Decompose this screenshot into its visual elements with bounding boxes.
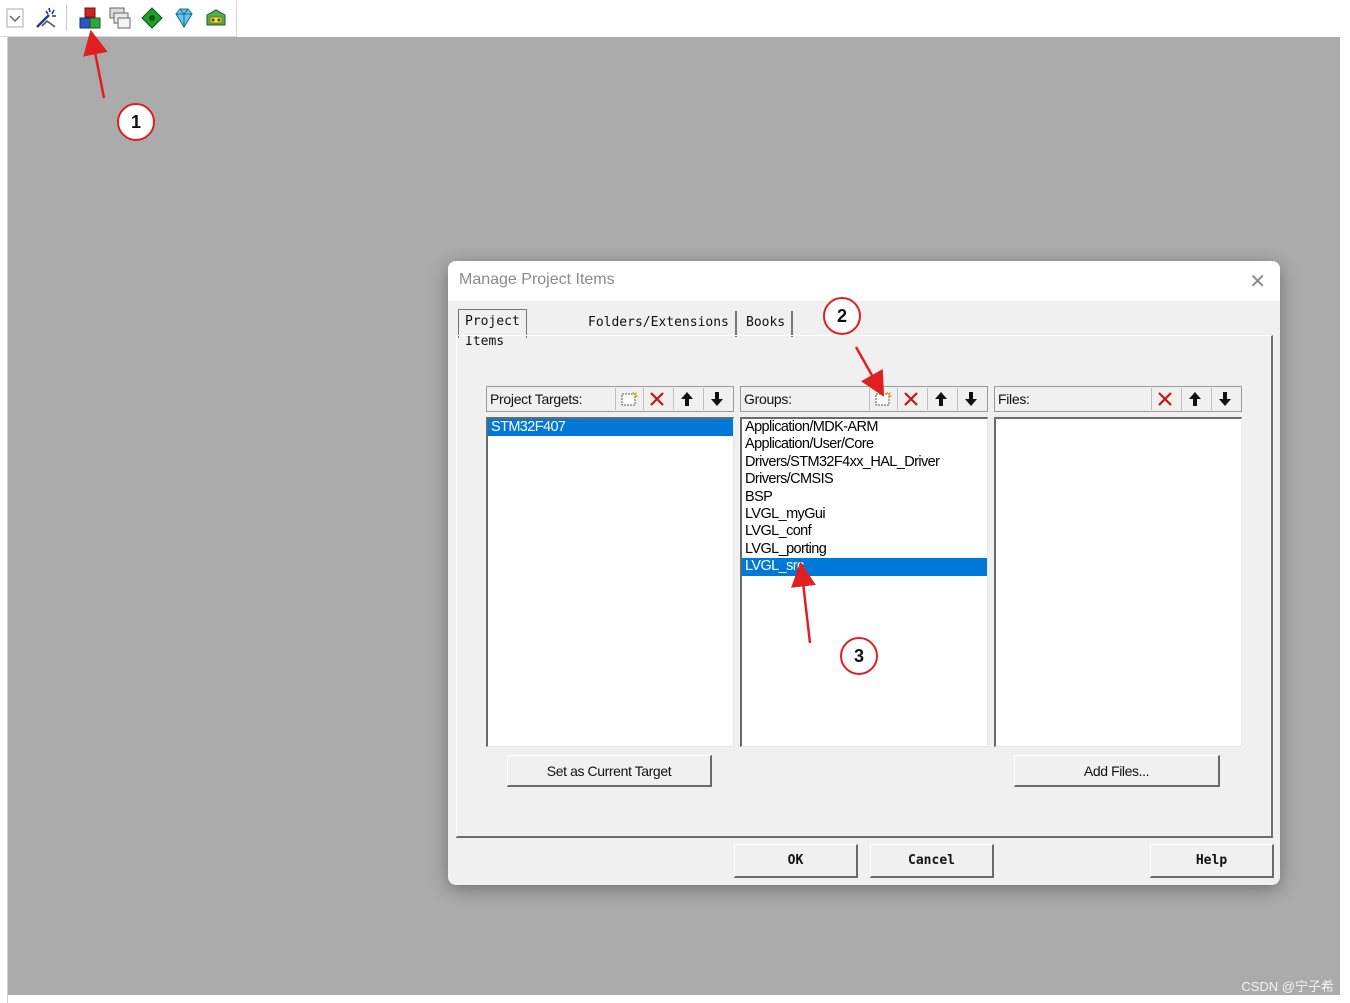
targets-listbox[interactable]: STM32F407 (486, 417, 734, 747)
tab-folders-extensions[interactable]: Folders/Extensions (582, 311, 737, 337)
files-listbox[interactable] (994, 417, 1242, 747)
list-item[interactable]: Application/User/Core (742, 436, 987, 453)
list-item[interactable]: Application/MDK-ARM (742, 419, 987, 436)
gem-icon[interactable] (172, 6, 196, 30)
list-item[interactable]: Drivers/STM32F4xx_HAL_Driver (742, 454, 987, 471)
move-group-up-icon[interactable] (927, 388, 954, 410)
new-target-icon[interactable] (615, 388, 642, 410)
close-icon[interactable]: ✕ (1249, 269, 1266, 294)
dropdown-icon[interactable] (6, 8, 24, 28)
delete-target-icon[interactable] (643, 388, 670, 410)
manage-project-items-icon[interactable] (78, 6, 102, 30)
files-label: Files: (998, 391, 1030, 407)
list-item[interactable]: LVGL_myGui (742, 506, 987, 523)
add-files-button[interactable]: Add Files... (1014, 755, 1220, 787)
move-file-up-icon[interactable] (1181, 388, 1208, 410)
toolbar (0, 0, 237, 37)
cancel-button[interactable]: Cancel (870, 844, 994, 878)
watermark: CSDN @宁子希 (1241, 979, 1334, 994)
wand-icon[interactable] (34, 6, 58, 30)
list-item[interactable]: LVGL_porting (742, 541, 987, 558)
divider (456, 837, 1272, 838)
left-edge (0, 37, 8, 1003)
new-group-icon[interactable] (869, 388, 896, 410)
green-diamond-icon[interactable] (140, 6, 164, 30)
dialog-title: Manage Project Items (459, 271, 615, 288)
delete-group-icon[interactable] (897, 388, 924, 410)
targets-label: Project Targets: (490, 391, 583, 407)
list-item[interactable]: STM32F407 (488, 419, 733, 437)
help-button[interactable]: Help (1150, 844, 1274, 878)
manage-project-items-dialog: Manage Project Items ✕ Project Items Fol… (448, 261, 1280, 885)
toolbar-separator (66, 5, 67, 31)
groups-label: Groups: (744, 391, 792, 407)
callout-2: 2 (823, 297, 861, 335)
targets-header: Project Targets: (486, 386, 734, 412)
callout-3: 3 (840, 637, 878, 675)
ok-button[interactable]: OK (734, 844, 858, 878)
set-current-target-button[interactable]: Set as Current Target (507, 755, 712, 787)
dialog-titlebar: Manage Project Items ✕ (448, 261, 1280, 301)
list-item[interactable]: BSP (742, 489, 987, 506)
list-item[interactable]: Drivers/CMSIS (742, 471, 987, 488)
tab-project-items[interactable]: Project Items (458, 309, 527, 349)
tab-books[interactable]: Books (740, 311, 794, 337)
callout-1: 1 (117, 103, 155, 141)
groups-listbox[interactable]: Application/MDK-ARM Application/User/Cor… (740, 417, 988, 747)
stacked-windows-icon[interactable] (108, 6, 132, 30)
files-header: Files: (994, 386, 1242, 412)
move-file-down-icon[interactable] (1211, 388, 1238, 410)
move-target-up-icon[interactable] (673, 388, 700, 410)
move-target-down-icon[interactable] (703, 388, 730, 410)
delete-file-icon[interactable] (1151, 388, 1178, 410)
list-item[interactable]: LVGL_conf (742, 523, 987, 540)
list-item[interactable]: LVGL_src (742, 558, 987, 576)
package-icon[interactable] (204, 6, 228, 30)
groups-header: Groups: (740, 386, 988, 412)
move-group-down-icon[interactable] (957, 388, 984, 410)
